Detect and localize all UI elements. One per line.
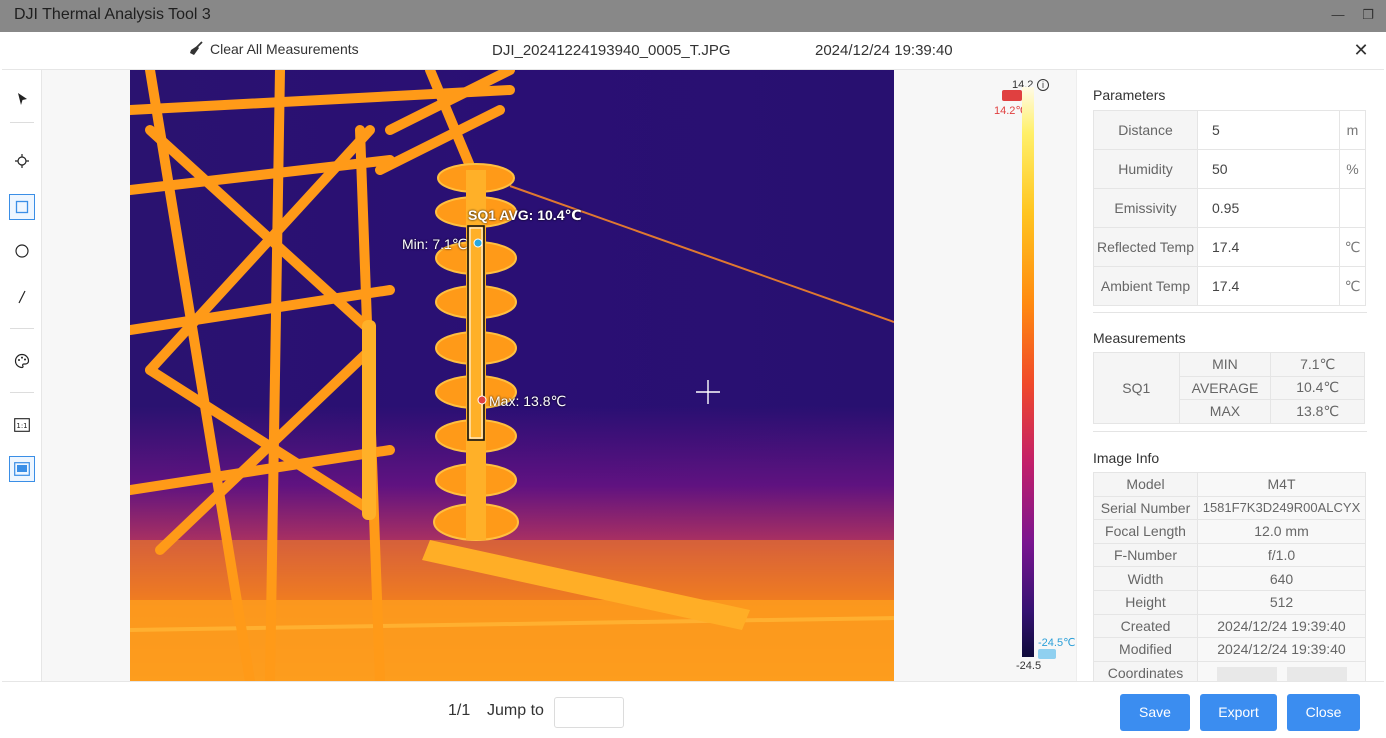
info-icon[interactable]: i xyxy=(1037,79,1049,91)
clear-all-label: Clear All Measurements xyxy=(210,41,359,57)
actual-size-tool[interactable]: 1:1 xyxy=(9,412,35,438)
table-row: Modified 2024/12/24 19:39:40 xyxy=(1093,637,1366,662)
broom-icon xyxy=(190,41,203,55)
one-to-one-icon: 1:1 xyxy=(14,418,30,432)
blurred-coordinate xyxy=(1286,667,1347,681)
clear-all-measurements-button[interactable]: Clear All Measurements xyxy=(188,41,359,57)
image-info-table: Model M4T Serial Number 1581F7K3D249R00ALC… xyxy=(1093,472,1366,681)
image-datetime: 2024/12/24 19:39:40 xyxy=(815,42,953,59)
coordinates-value xyxy=(1197,660,1366,681)
rectangle-tool[interactable] xyxy=(9,194,35,220)
info-panel: Parameters Distance 5 m Humidity 50 % Em… xyxy=(1076,70,1384,681)
table-row: Created 2024/12/24 19:39:40 xyxy=(1093,613,1366,639)
table-row: SQ1 MIN 7.1℃ xyxy=(1093,352,1365,424)
ellipse-tool[interactable] xyxy=(9,238,35,264)
param-row-humidity: Humidity 50 % xyxy=(1093,149,1366,189)
line-icon xyxy=(18,290,26,304)
param-row-emissivity: Emissivity 0.95 xyxy=(1093,188,1366,228)
max-point-marker xyxy=(477,395,487,405)
humidity-input[interactable]: 50 xyxy=(1197,149,1340,189)
measurements-title: Measurements xyxy=(1093,330,1186,346)
image-viewer[interactable]: SQ1 AVG: 10.4℃ Min: 7.1℃ Max: 13.8℃ xyxy=(42,70,1076,681)
distance-input[interactable]: 5 xyxy=(1197,110,1340,150)
scale-bottom-value: -24.5 xyxy=(1016,660,1042,672)
table-row: Model M4T xyxy=(1093,472,1366,497)
table-row: Height 512 xyxy=(1093,589,1366,615)
measurements-table: SQ1 MIN 7.1℃ AVERAGE 10.4℃ MAX 13.8℃ xyxy=(1093,352,1365,424)
tool-sidebar: 1:1 xyxy=(2,70,42,681)
select-tool[interactable] xyxy=(9,86,35,112)
min-label: Min: 7.1℃ xyxy=(402,236,468,252)
close-icon[interactable]: ✕ xyxy=(1352,40,1370,61)
min-point-marker xyxy=(473,238,483,248)
parameters-table: Distance 5 m Humidity 50 % Emissivity 0.… xyxy=(1093,110,1366,306)
bottom-range-handle[interactable] xyxy=(1038,649,1056,659)
page-indicator: 1/1 xyxy=(448,702,471,719)
restore-icon[interactable]: ❐ xyxy=(1360,7,1376,23)
pointer-icon xyxy=(18,93,27,105)
svg-text:1:1: 1:1 xyxy=(16,422,27,430)
cursor-crosshair xyxy=(696,380,720,404)
blurred-coordinate xyxy=(1216,667,1277,681)
param-row-reflected-temp: Reflected Temp 17.4 ℃ xyxy=(1093,227,1366,267)
temperature-scale-bar xyxy=(1022,87,1034,657)
measurement-name: SQ1 xyxy=(1093,352,1180,424)
fit-screen-tool[interactable] xyxy=(9,456,35,482)
line-tool[interactable] xyxy=(9,284,35,310)
image-filename: DJI_20241224193940_0005_T.JPG xyxy=(492,42,731,59)
box-avg-label: SQ1 AVG: 10.4℃ xyxy=(468,207,582,223)
image-info-title: Image Info xyxy=(1093,450,1160,466)
parameters-title: Parameters xyxy=(1093,87,1166,103)
minimize-icon[interactable]: — xyxy=(1330,7,1346,23)
ambient-temp-input[interactable]: 17.4 xyxy=(1197,266,1340,306)
thermal-scene xyxy=(130,70,894,681)
circle-icon xyxy=(15,244,29,258)
max-label: Max: 13.8℃ xyxy=(489,393,567,409)
param-row-distance: Distance 5 m xyxy=(1093,110,1366,150)
palette-icon xyxy=(14,353,30,369)
top-bar: Clear All Measurements DJI_2024122419394… xyxy=(2,32,1384,70)
fit-screen-icon xyxy=(14,462,30,476)
table-row: F-Number f/1.0 xyxy=(1093,542,1366,568)
crosshair-icon xyxy=(15,154,29,168)
palette-tool[interactable] xyxy=(9,348,35,374)
thermal-image[interactable]: SQ1 AVG: 10.4℃ Min: 7.1℃ Max: 13.8℃ xyxy=(130,70,894,681)
table-row: Coordinates xyxy=(1093,660,1366,681)
table-row: Serial Number 1581F7K3D249R00ALCYX xyxy=(1093,495,1366,521)
jump-to-label: Jump to xyxy=(487,702,544,719)
top-range-handle[interactable] xyxy=(1002,90,1022,101)
param-row-ambient-temp: Ambient Temp 17.4 ℃ xyxy=(1093,266,1366,306)
spot-tool[interactable] xyxy=(9,148,35,174)
close-button[interactable]: Close xyxy=(1287,694,1360,731)
rectangle-icon xyxy=(15,200,29,214)
table-row: Width 640 xyxy=(1093,566,1366,591)
window-titlebar: DJI Thermal Analysis Tool 3 — ❐ xyxy=(0,0,1386,32)
bottom-bar: 1/1 Jump to Save Export Close xyxy=(2,681,1384,738)
analysis-dialog: Clear All Measurements DJI_2024122419394… xyxy=(2,32,1384,738)
table-row: Focal Length 12.0 mm xyxy=(1093,519,1366,544)
emissivity-input[interactable]: 0.95 xyxy=(1197,188,1340,228)
app-title: DJI Thermal Analysis Tool 3 xyxy=(14,6,211,23)
scale-bottom-marker: -24.5℃ xyxy=(1038,637,1076,649)
reflected-temp-input[interactable]: 17.4 xyxy=(1197,227,1340,267)
save-button[interactable]: Save xyxy=(1120,694,1190,731)
export-button[interactable]: Export xyxy=(1200,694,1277,731)
jump-to-input[interactable] xyxy=(554,697,624,728)
